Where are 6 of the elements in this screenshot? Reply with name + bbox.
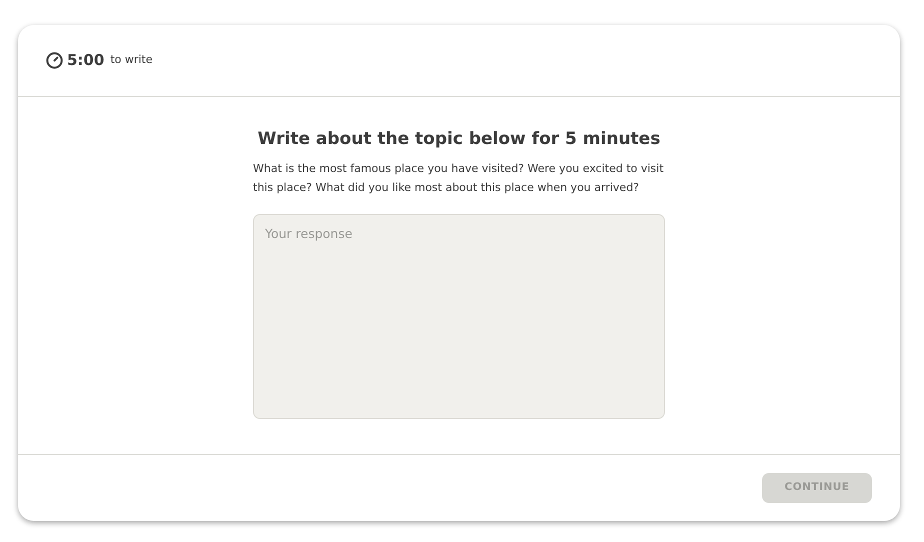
timer-label: to write [110,52,153,68]
stopwatch-icon [46,52,63,69]
heading: Write about the topic below for 5 minutes [256,129,662,150]
response-field[interactable]: Your response [253,214,665,420]
timer-value: 5:00 [67,50,104,72]
prompt-text: What is the most famous place you have visited? Were you excited to visit this place? What did you like most about this place when you arrived? [253,161,665,196]
